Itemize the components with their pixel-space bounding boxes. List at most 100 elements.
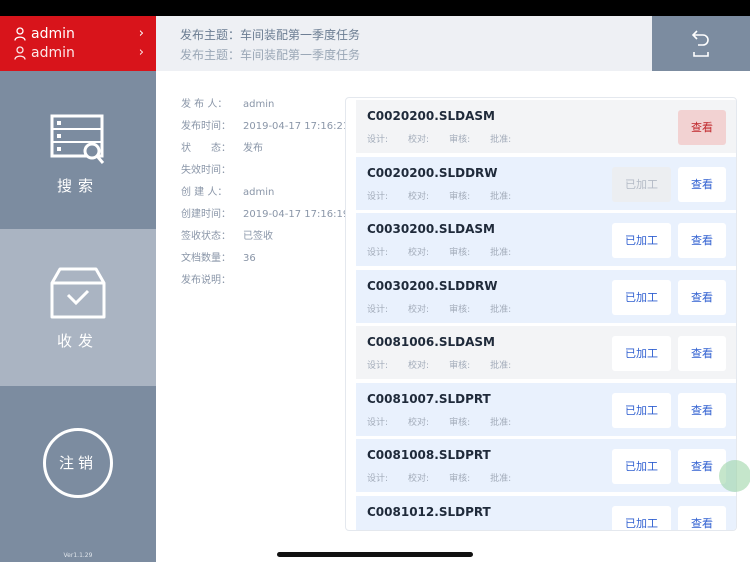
view-button[interactable]: 查看 bbox=[678, 505, 726, 530]
meta-review: 审核: bbox=[449, 417, 471, 428]
document-name: C0030200.SLDDRW bbox=[367, 278, 498, 293]
view-button[interactable]: 查看 bbox=[678, 392, 726, 428]
document-meta: 设计: 校对: 审核: 批准: bbox=[367, 528, 531, 531]
user-name: admin bbox=[31, 26, 75, 42]
info-value: 2019-04-17 17:16:21 bbox=[243, 121, 350, 132]
meta-design: 设计: bbox=[367, 417, 389, 428]
meta-approve: 批准: bbox=[490, 417, 512, 428]
meta-design: 设计: bbox=[367, 248, 389, 258]
meta-check: 校对: bbox=[408, 191, 430, 202]
meta-review: 审核: bbox=[449, 135, 471, 145]
nav-logout: 注销 Ver1.1.29 bbox=[0, 386, 156, 562]
meta-design: 设计: bbox=[367, 191, 389, 202]
info-row: 发 布 人： admin bbox=[181, 98, 341, 120]
document-item[interactable]: C0030200.SLDASM 设计: 校对: 审核: 批准: 已加工 查看 bbox=[356, 213, 736, 266]
user-icon bbox=[14, 27, 26, 41]
meta-approve: 批准: bbox=[490, 361, 512, 371]
document-meta: 设计: 校对: 审核: 批准: bbox=[367, 245, 531, 258]
document-item[interactable]: C0020200.SLDDRW 设计: 校对: 审核: 批准: 已加工 查看 bbox=[356, 156, 736, 210]
release-info: 发 布 人： admin 发布时间： 2019-04-17 17:16:21 状 态：发… bbox=[181, 98, 349, 296]
meta-approve: 批准: bbox=[490, 248, 512, 258]
nav-search[interactable]: 搜索 bbox=[0, 72, 156, 229]
meta-review: 审核: bbox=[449, 361, 471, 371]
processed-button[interactable]: 已加工 bbox=[612, 449, 671, 484]
touch-indicator bbox=[719, 460, 750, 492]
document-meta: 设计: 校对: 审核: 批准: bbox=[367, 358, 531, 371]
meta-design: 设计: bbox=[367, 528, 388, 531]
meta-approve: 批准: bbox=[490, 191, 512, 202]
status-bar bbox=[0, 0, 750, 16]
info-label: 创 建 人： bbox=[181, 187, 228, 198]
info-row: 失效时间： bbox=[181, 164, 341, 186]
document-meta: 设计: 校对: 审核: 批准: bbox=[367, 302, 531, 315]
info-value: 36 bbox=[243, 253, 256, 264]
view-button[interactable]: 查看 bbox=[678, 279, 726, 315]
info-row: 发布时间： 2019-04-17 17:16:21 bbox=[181, 120, 349, 142]
home-indicator bbox=[277, 552, 473, 557]
info-row: 创 建 人： admin bbox=[181, 186, 341, 208]
meta-approve: 批准: bbox=[490, 304, 512, 315]
nav-search-label: 搜索 bbox=[56, 177, 99, 195]
document-list[interactable]: C0020200.SLDASM 设计: 校对: 审核: 批准: 查看 C0020200.SL… bbox=[345, 97, 737, 531]
info-label: 发 布 人： bbox=[181, 99, 228, 110]
meta-check: 校对: bbox=[408, 361, 430, 371]
info-label: 发布说明： bbox=[181, 275, 231, 286]
document-item[interactable]: C0081012.SLDPRT 设计: 校对: 审核: 批准: 已加工查看 bbox=[356, 495, 736, 531]
view-button[interactable]: 查看 bbox=[678, 166, 726, 202]
meta-check: 校对: bbox=[408, 304, 430, 315]
nav-send-receive[interactable]: 收发 bbox=[0, 229, 156, 386]
view-button[interactable]: 查看 bbox=[678, 223, 726, 258]
back-button[interactable] bbox=[652, 16, 750, 71]
info-label: 文档数量： bbox=[181, 253, 231, 264]
document-meta: 设计: 校对: 审核: 批准: bbox=[367, 189, 531, 202]
document-name: C0030200.SLDASM bbox=[367, 222, 495, 236]
info-value: 发布 bbox=[243, 143, 263, 154]
meta-review: 审核: bbox=[449, 474, 471, 484]
view-button[interactable]: 查看 bbox=[678, 110, 726, 145]
nav-send-receive-label: 收发 bbox=[56, 332, 99, 350]
processed-button[interactable]: 已加工 bbox=[612, 392, 671, 428]
version-label: Ver1.1.29 bbox=[63, 552, 93, 559]
chevron-right-icon: › bbox=[138, 26, 144, 41]
header: 发布主题：车间装配第一季度任务 发布主题：车间装配第一季度任务 bbox=[156, 16, 652, 71]
document-name: C0081012.SLDPRT bbox=[367, 504, 491, 519]
document-name: C0081007.SLDPRT bbox=[367, 391, 491, 406]
meta-approve: 批准: bbox=[490, 528, 511, 531]
document-item[interactable]: C0081007.SLDPRT 设计: 校对: 审核: 批准: 已加工 查看 bbox=[356, 382, 736, 436]
document-item[interactable]: C0081008.SLDPRT 设计: 校对: 审核: 批准: 已加工 查看 bbox=[356, 439, 736, 492]
view-button[interactable]: 查看 bbox=[678, 336, 726, 371]
meta-check: 校对: bbox=[408, 248, 430, 258]
chevron-right-icon: › bbox=[138, 45, 144, 60]
meta-review: 审核: bbox=[449, 248, 471, 258]
page-title: 发布主题：车间装配第一季度任务 bbox=[180, 28, 361, 42]
meta-review: 审核: bbox=[449, 528, 470, 531]
meta-design: 设计: bbox=[367, 135, 389, 145]
document-item[interactable]: C0020200.SLDASM 设计: 校对: 审核: 批准: 查看 bbox=[356, 100, 736, 153]
info-label: 失效时间： bbox=[181, 165, 231, 176]
document-item[interactable]: C0081006.SLDASM 设计: 校对: 审核: 批准: 已加工 查看 bbox=[356, 326, 736, 379]
meta-review: 审核: bbox=[449, 191, 471, 202]
document-name: C0081006.SLDASM bbox=[367, 335, 495, 349]
processed-button: 已加工 bbox=[612, 166, 671, 202]
search-list-icon bbox=[50, 114, 105, 164]
meta-approve: 批准: bbox=[490, 474, 512, 484]
processed-button[interactable]: 已加工 bbox=[612, 505, 671, 530]
page-title-ghost: 发布主题：车间装配第一季度任务 bbox=[180, 48, 361, 62]
info-label: 状 态： bbox=[181, 143, 231, 154]
document-item[interactable]: C0030200.SLDDRW 设计: 校对: 审核: 批准: 已加工 查看 bbox=[356, 269, 736, 323]
document-meta: 设计: 校对: 审核: 批准: bbox=[367, 415, 531, 428]
info-value: admin bbox=[243, 187, 275, 198]
document-name: C0020200.SLDASM bbox=[367, 109, 495, 123]
processed-button[interactable]: 已加工 bbox=[612, 223, 671, 258]
user-icon bbox=[14, 46, 26, 60]
sidebar: admin › admin › 搜索 收发 注销 Ver1.1.29 bbox=[0, 16, 156, 562]
meta-design: 设计: bbox=[367, 304, 389, 315]
meta-design: 设计: bbox=[367, 474, 389, 484]
logout-button[interactable]: 注销 bbox=[43, 428, 113, 498]
user-switcher[interactable]: admin › admin › bbox=[0, 16, 156, 71]
processed-button[interactable]: 已加工 bbox=[612, 279, 671, 315]
meta-review: 审核: bbox=[449, 304, 471, 315]
user-row[interactable]: admin › bbox=[14, 24, 144, 44]
processed-button[interactable]: 已加工 bbox=[612, 336, 671, 371]
user-row-ghost: admin › bbox=[14, 43, 144, 63]
